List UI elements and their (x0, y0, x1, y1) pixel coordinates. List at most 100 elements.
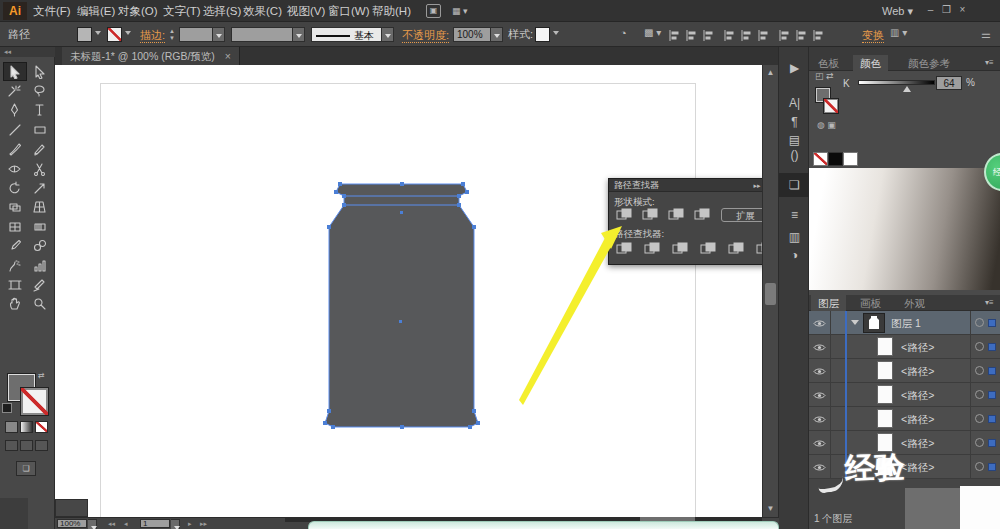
k-slider-track[interactable] (858, 80, 935, 85)
scale-tool[interactable] (28, 178, 52, 197)
visibility-eye-icon[interactable] (809, 431, 831, 455)
variable-width-profile-field[interactable] (231, 27, 293, 42)
path-thumbnail[interactable] (877, 409, 893, 428)
target-circle-icon[interactable] (975, 366, 984, 375)
stroke-color-well[interactable] (21, 388, 48, 415)
black-swatch[interactable] (828, 152, 843, 166)
menu-3[interactable]: 对象(O) (118, 0, 158, 22)
grayscale-ramp[interactable] (809, 168, 1000, 290)
path-name[interactable]: <路径> (901, 407, 934, 431)
path-row[interactable]: <路径> (809, 407, 1000, 431)
target-circle-icon[interactable] (975, 318, 984, 327)
panel-menu-icon[interactable]: ▾≡ (985, 58, 994, 67)
outline-icon[interactable] (728, 241, 746, 256)
align-right-icon[interactable] (702, 28, 715, 46)
tab-swatches[interactable]: 色板 (811, 55, 846, 71)
selection-indicator[interactable] (988, 391, 996, 399)
glyphs-panel-icon[interactable]: () (779, 143, 810, 167)
stroke-weight-stepper[interactable]: ▲▼ (169, 28, 175, 42)
eyedropper-tool[interactable] (3, 237, 27, 256)
document-setup-icon[interactable]: ◔ (620, 27, 627, 39)
brush-definition-field[interactable]: 基本 (311, 27, 382, 42)
path-thumbnail[interactable] (877, 361, 893, 380)
vertical-scrollbar[interactable]: ▲ ▼ (762, 65, 778, 517)
dist-center-icon[interactable] (795, 28, 808, 46)
next-artboard-icon[interactable]: ▸ (188, 518, 192, 529)
layer-name[interactable]: 图层 1 (891, 311, 921, 335)
color-extra-icons[interactable]: ◍ ▣ (817, 120, 836, 130)
artboard-tool[interactable] (3, 275, 27, 294)
fill-swatch[interactable] (77, 27, 92, 42)
pathfinder-panel-title[interactable]: 路径查找器▸▸ ▾≡ (609, 179, 774, 192)
variable-width-profile-dropdown[interactable] (293, 27, 305, 42)
stroke-weight-dropdown[interactable] (213, 27, 225, 42)
artboard-dropdown[interactable] (171, 519, 180, 529)
symbol-sprayer-tool[interactable] (3, 256, 27, 275)
transparency-panel-icon[interactable]: ◑ (779, 243, 810, 267)
path-name[interactable]: <路径> (901, 335, 934, 359)
flash-panel-icon[interactable]: ▶ (779, 56, 810, 80)
first-artboard-icon[interactable]: ◂◂ (108, 518, 115, 529)
visibility-eye-icon[interactable] (809, 383, 831, 407)
selection-tool[interactable] (3, 62, 27, 81)
exclude-icon[interactable] (694, 207, 712, 222)
gradient-button[interactable] (20, 421, 33, 433)
pathfinder-panel-icon[interactable]: ❏ (779, 173, 810, 197)
artboard-number-field[interactable]: 1 (140, 519, 170, 528)
path-row[interactable]: <路径> (809, 335, 1000, 359)
screen-mode-button[interactable]: ❏ (16, 461, 36, 476)
shape-builder-tool[interactable] (3, 198, 27, 217)
canvas[interactable]: 路径查找器▸▸ ▾≡ 形状模式: 扩展 路径查找器: (55, 65, 762, 517)
tab-color-guide[interactable]: 颜色参考 (901, 55, 957, 71)
gradient-tool[interactable] (28, 217, 52, 236)
opacity-link[interactable]: 不透明度: (402, 27, 449, 43)
brush-definition-dropdown[interactable] (382, 27, 394, 42)
width-tool[interactable] (3, 159, 27, 178)
scroll-down-icon[interactable]: ▼ (765, 503, 776, 514)
visibility-eye-icon[interactable] (809, 407, 831, 431)
path-row[interactable]: <路径> (809, 383, 1000, 407)
visibility-eye-icon[interactable] (809, 311, 831, 335)
bridge-icon[interactable]: ▣ (426, 4, 441, 18)
menu-1[interactable]: 文件(F) (33, 0, 71, 22)
close-button[interactable]: × (956, 3, 969, 17)
column-graph-tool[interactable] (28, 256, 52, 275)
layers-panel-menu-icon[interactable]: ▾≡ (985, 298, 994, 307)
dist-left-icon[interactable] (778, 28, 791, 46)
document-tab[interactable]: 未标题-1* @ 100% (RGB/预览)× (62, 47, 240, 65)
align-top-icon[interactable] (723, 28, 736, 46)
restore-button[interactable]: ❐ (940, 3, 953, 17)
trim-icon[interactable] (644, 241, 662, 256)
fill-dropdown-icon[interactable] (95, 31, 101, 35)
default-fill-stroke-icon[interactable] (2, 403, 12, 413)
layer-row[interactable]: 图层 1 (809, 311, 1000, 335)
path-name[interactable]: <路径> (901, 383, 934, 407)
arrange-documents-icon[interactable]: ▦ ▾ (452, 4, 476, 18)
tab-artboards[interactable]: 画板 (853, 295, 888, 311)
tab-color[interactable]: 颜色 (853, 55, 888, 71)
k-slider-marker[interactable] (903, 86, 911, 92)
menu-9[interactable]: 帮助(H) (372, 0, 411, 22)
prev-artboard-icon[interactable]: ◂ (124, 518, 128, 529)
type-tool[interactable] (28, 101, 52, 120)
target-circle-icon[interactable] (975, 390, 984, 399)
scissors-tool[interactable] (28, 159, 52, 178)
path-name[interactable]: <路径> (901, 431, 934, 455)
minimize-button[interactable]: – (924, 3, 937, 17)
menu-7[interactable]: 视图(V) (287, 0, 325, 22)
path-row[interactable]: <路径> (809, 359, 1000, 383)
style-swatch[interactable] (535, 27, 550, 42)
target-circle-icon[interactable] (975, 414, 984, 423)
tab-layers[interactable]: 图层 (811, 295, 846, 311)
pencil-tool[interactable] (28, 140, 52, 159)
align-center-h-icon[interactable] (685, 28, 698, 46)
style-dropdown-icon[interactable] (553, 31, 559, 35)
opacity-field[interactable]: 100% (453, 27, 491, 42)
transform-link[interactable]: 变换 (862, 27, 884, 43)
merge-icon[interactable] (672, 241, 690, 256)
align-middle-v-icon[interactable] (740, 28, 753, 46)
workspace-switcher[interactable]: Web ▾ (882, 0, 913, 22)
zoom-dropdown[interactable] (88, 519, 97, 529)
intersect-icon[interactable] (668, 207, 686, 222)
path-name[interactable]: <路径> (901, 359, 934, 383)
